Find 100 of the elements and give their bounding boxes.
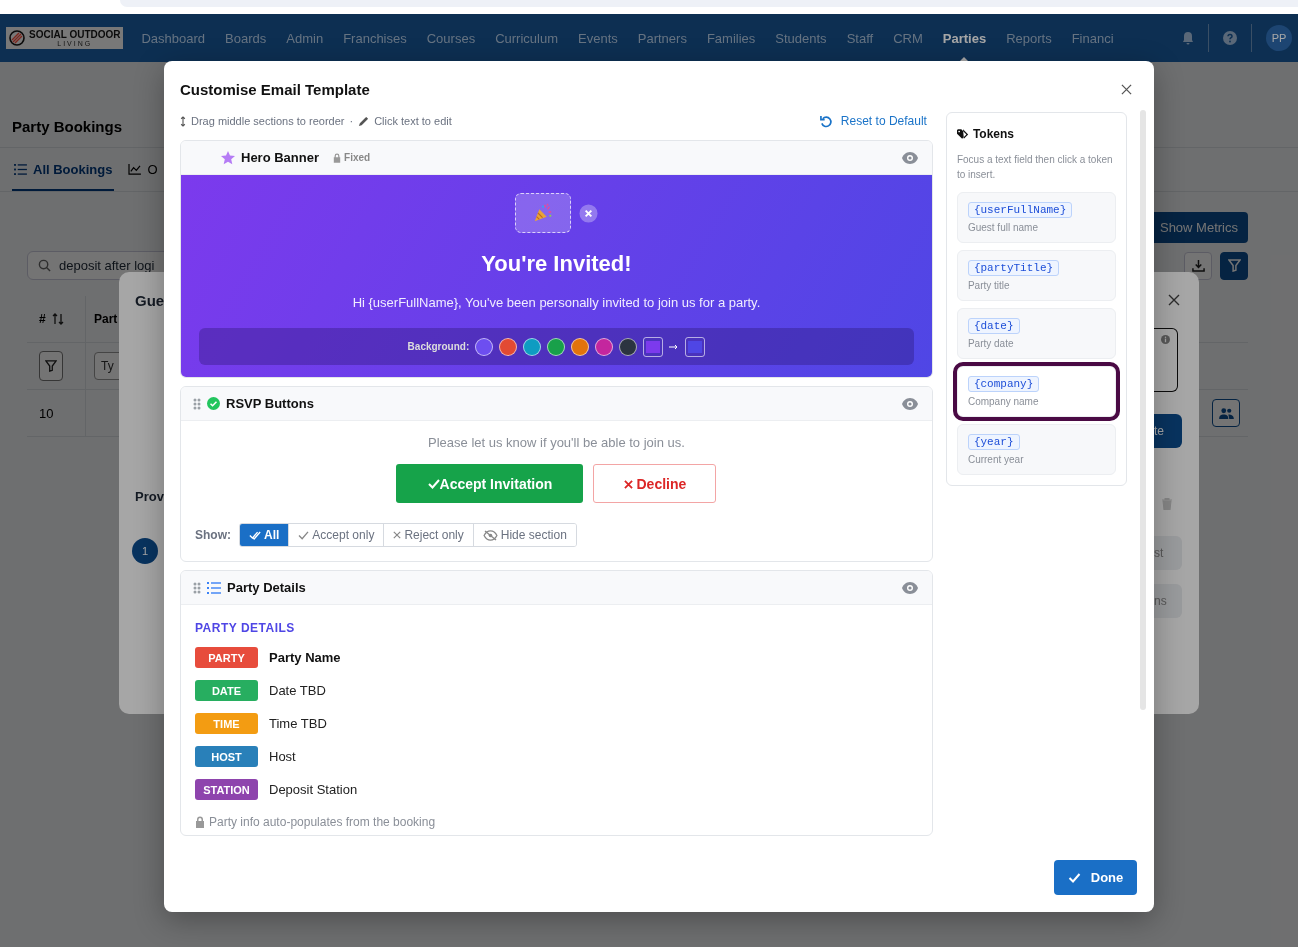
user-avatar[interactable]: PP (1266, 25, 1292, 51)
detail-tag: HOST (195, 746, 258, 767)
gradient-start-swatch[interactable] (643, 336, 664, 357)
invitation-message[interactable]: Hi {userFullName}, You've been personally invited to join us for a party. (352, 295, 761, 310)
show-option[interactable]: All (240, 524, 289, 546)
hint-text: Click text to edit (374, 115, 452, 127)
token-description: Company name (967, 396, 1039, 407)
accept-button[interactable]: Accept Invitation (396, 464, 584, 503)
action-button[interactable]: te (1154, 414, 1182, 448)
token-item[interactable]: {year} Current year (956, 424, 1117, 475)
action-button[interactable]: st (1154, 536, 1182, 570)
token-description: Party title (967, 280, 1010, 291)
lock-icon (333, 152, 342, 163)
logo-mark-icon (9, 30, 25, 46)
background-label: Background: (407, 341, 470, 352)
detail-tag: TIME (195, 713, 258, 734)
search-icon (38, 259, 51, 272)
guests-button[interactable] (1212, 399, 1240, 427)
help-icon[interactable] (1223, 31, 1237, 45)
column-header[interactable]: # (27, 296, 86, 343)
section-title: Party Details (227, 580, 306, 595)
tokens-hint: Focus a text field then click a token to insert. (956, 153, 1114, 182)
pencil-icon (358, 115, 370, 127)
page-tab[interactable]: O (126, 148, 160, 191)
nav-item[interactable]: Parties (932, 14, 997, 62)
nav-item[interactable]: Students (765, 14, 837, 62)
nav-item[interactable]: Staff (836, 14, 884, 62)
nav-item[interactable]: Financi (1061, 14, 1124, 62)
tags-icon (956, 128, 969, 140)
filter-button[interactable] (1220, 251, 1248, 280)
eye-slash-icon (482, 529, 498, 541)
detail-value: Deposit Station (269, 782, 358, 797)
nav-item[interactable]: CRM (883, 14, 933, 62)
color-swatch[interactable] (523, 337, 542, 356)
list-icon (207, 581, 221, 594)
show-label: Show: (195, 528, 231, 542)
color-swatch[interactable] (619, 337, 638, 356)
remove-icon[interactable] (578, 203, 598, 223)
decline-button[interactable]: Decline (593, 464, 717, 503)
close-icon[interactable] (1121, 84, 1132, 95)
nav-item[interactable]: Dashboard (131, 14, 216, 62)
section-label: Prov (135, 489, 165, 504)
token-code: {company} (967, 376, 1040, 392)
token-item[interactable]: {partyTitle} Party title (956, 250, 1117, 301)
invitation-heading[interactable]: You're Invited! (481, 251, 632, 277)
table-cell: 10 (27, 389, 86, 437)
arrow-icon (669, 343, 680, 350)
dialog-title: Customise Email Template (180, 81, 370, 98)
nav-item[interactable]: Courses (416, 14, 486, 62)
check-icon (1067, 872, 1081, 883)
list-icon (14, 164, 27, 175)
detail-value: Date TBD (269, 683, 326, 698)
token-code: {year} (967, 434, 1020, 450)
nav-item[interactable]: Families (696, 14, 766, 62)
gradient-end-swatch[interactable] (685, 336, 706, 357)
nav-item[interactable]: Curriculum (485, 14, 568, 62)
nav-item[interactable]: Boards (215, 14, 277, 62)
hint-text: Drag middle sections to reorder (191, 115, 345, 127)
nav-item[interactable]: Partners (627, 14, 697, 62)
action-button[interactable]: ns (1154, 584, 1182, 618)
filter-icon (1227, 259, 1241, 272)
separator: · (349, 115, 354, 127)
star-icon (221, 150, 235, 165)
rsvp-prompt[interactable]: Please let us know if you'll be able to join us. (428, 435, 685, 450)
scrollbar[interactable] (1140, 110, 1146, 710)
token-description: Party date (967, 338, 1014, 349)
sort-icon (51, 313, 64, 325)
color-swatch[interactable] (475, 337, 494, 356)
show-option[interactable]: Hide section (472, 524, 576, 546)
people-icon (1218, 407, 1234, 419)
nav-item[interactable]: Admin (276, 14, 334, 62)
section-title: Hero Banner (241, 150, 320, 165)
color-swatch[interactable] (595, 337, 614, 356)
detail-tag: STATION (195, 779, 258, 800)
reset-button[interactable]: Reset to Default (819, 114, 933, 128)
detail-value: Party Name (269, 650, 341, 665)
color-swatch[interactable] (571, 337, 590, 356)
close-icon[interactable] (1168, 294, 1180, 306)
lock-icon (195, 816, 205, 828)
drag-handle-icon[interactable] (193, 397, 201, 410)
filter-button[interactable] (39, 351, 63, 381)
token-code: {date} (967, 318, 1020, 334)
nav-item[interactable]: Reports (996, 14, 1062, 62)
color-swatch[interactable] (547, 337, 566, 356)
fixed-label: Fixed (333, 152, 371, 163)
bell-icon[interactable] (1182, 31, 1194, 45)
nav-item[interactable]: Franchises (333, 14, 417, 62)
token-item[interactable]: {userFullName} Guest full name (956, 192, 1117, 243)
nav-item[interactable]: Events (568, 14, 628, 62)
image-placeholder[interactable] (514, 193, 571, 233)
token-item[interactable]: {date} Party date (956, 308, 1117, 359)
done-button[interactable]: Done (1054, 860, 1137, 895)
line-chart-icon (128, 164, 142, 175)
eye-icon[interactable] (901, 581, 918, 594)
color-swatch[interactable] (499, 337, 518, 356)
download-button[interactable] (1184, 251, 1212, 280)
eye-icon[interactable] (901, 151, 918, 164)
drag-handle-icon[interactable] (193, 581, 201, 594)
page-tab[interactable]: All Bookings (12, 148, 115, 191)
eye-icon[interactable] (901, 397, 918, 410)
